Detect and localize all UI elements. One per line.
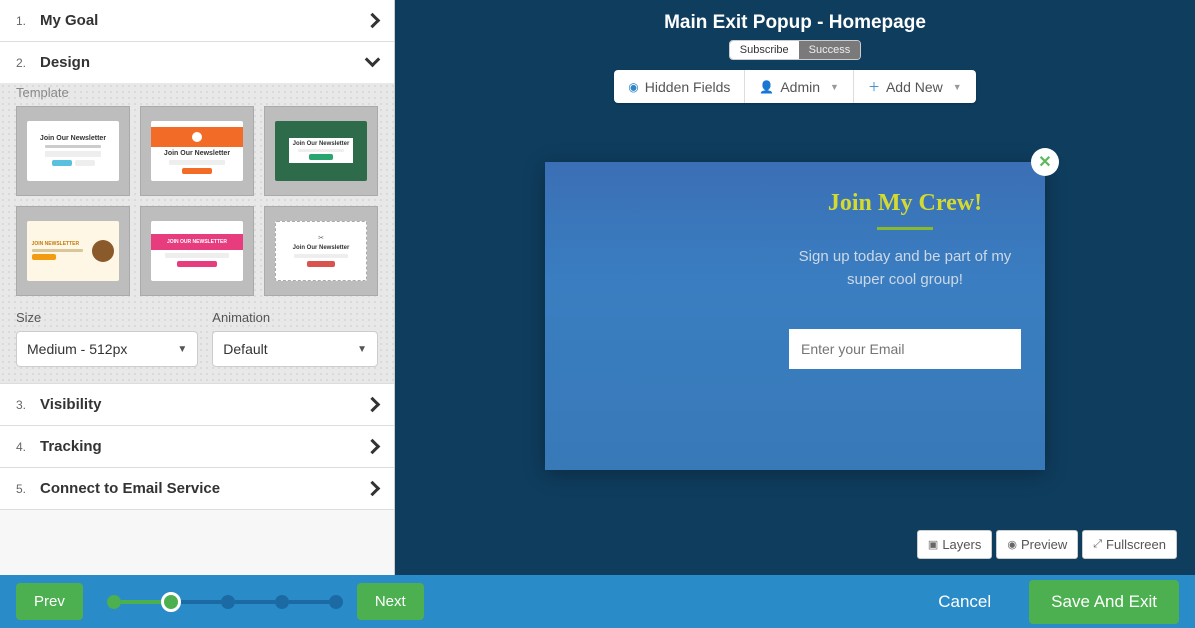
progress-stepper (107, 592, 343, 612)
step-title: Design (40, 54, 90, 71)
chevron-down-icon (367, 54, 378, 71)
next-button[interactable]: Next (357, 583, 424, 620)
popup-subtext[interactable]: Sign up today and be part of my super co… (789, 246, 1021, 291)
chevron-right-icon (367, 13, 378, 29)
step-number: 5. (16, 482, 40, 496)
expand-icon: ⤢ (1093, 538, 1102, 551)
template-option-4[interactable]: JOIN NEWSLETTER (16, 206, 130, 296)
step-dot[interactable] (221, 595, 235, 609)
step-title: My Goal (40, 12, 98, 29)
animation-select[interactable]: Default ▼ (212, 331, 378, 367)
hidden-fields-button[interactable]: ◉ Hidden Fields (614, 70, 745, 103)
caret-down-icon: ▼ (357, 344, 367, 355)
step-dot[interactable] (107, 595, 121, 609)
email-input[interactable] (789, 329, 1021, 369)
popup-preview[interactable]: ✕ Join My Crew! Sign up today and be par… (545, 162, 1045, 470)
template-option-6[interactable]: ✂ Join Our Newsletter (264, 206, 378, 296)
size-select[interactable]: Medium - 512px ▼ (16, 331, 198, 367)
save-and-exit-button[interactable]: Save And Exit (1029, 580, 1179, 624)
prev-button[interactable]: Prev (16, 583, 83, 620)
preview-button[interactable]: ◉ Preview (996, 530, 1078, 559)
step-number: 4. (16, 440, 40, 454)
plus-icon: ＋ (868, 78, 880, 95)
view-tabs: Subscribe Success (729, 40, 862, 60)
step-number: 3. (16, 398, 40, 412)
user-icon: 👤 (759, 80, 774, 94)
caret-down-icon: ▼ (953, 82, 962, 92)
step-title: Visibility (40, 396, 101, 413)
cancel-button[interactable]: Cancel (938, 592, 991, 612)
step-title: Tracking (40, 438, 102, 455)
caret-down-icon: ▼ (177, 344, 187, 355)
template-option-1[interactable]: Join Our Newsletter (16, 106, 130, 196)
animation-value: Default (223, 341, 267, 357)
step-dot[interactable] (329, 595, 343, 609)
footer: Prev Next Cancel Save And Exit (0, 575, 1195, 628)
popup-heading[interactable]: Join My Crew! (789, 190, 1021, 217)
fullscreen-button[interactable]: ⤢ Fullscreen (1082, 530, 1177, 559)
step-line (289, 600, 329, 604)
animation-label: Animation (212, 310, 378, 325)
step-line (121, 600, 161, 604)
add-new-button[interactable]: ＋ Add New ▼ (854, 70, 976, 103)
size-label: Size (16, 310, 198, 325)
step-number: 1. (16, 14, 40, 28)
chevron-right-icon (367, 397, 378, 413)
canvas: Main Exit Popup - Homepage Subscribe Suc… (395, 0, 1195, 575)
heading-underline (877, 227, 933, 230)
chevron-right-icon (367, 481, 378, 497)
step-number: 2. (16, 56, 40, 70)
template-label: Template (16, 85, 378, 100)
page-title: Main Exit Popup - Homepage (395, 12, 1195, 34)
layers-button[interactable]: ▣ Layers (917, 530, 992, 559)
template-option-2[interactable]: Join Our Newsletter (140, 106, 254, 196)
step-dot[interactable] (275, 595, 289, 609)
template-option-5[interactable]: JOIN OUR NEWSLETTER (140, 206, 254, 296)
step-tracking[interactable]: 4. Tracking (0, 426, 394, 468)
canvas-toolbar: ◉ Hidden Fields 👤 Admin ▼ ＋ Add New ▼ (614, 70, 975, 103)
step-dot-active[interactable] (161, 592, 181, 612)
template-option-3[interactable]: Join Our Newsletter (264, 106, 378, 196)
eye-icon: ◉ (628, 80, 638, 94)
tab-subscribe[interactable]: Subscribe (730, 41, 799, 59)
design-panel: Template Join Our Newsletter (0, 83, 394, 383)
step-design[interactable]: 2. Design Template Join Our Newsletter (0, 42, 394, 384)
floating-tools: ▣ Layers ◉ Preview ⤢ Fullscreen (917, 530, 1177, 559)
step-visibility[interactable]: 3. Visibility (0, 384, 394, 426)
size-value: Medium - 512px (27, 341, 127, 357)
step-connect-email[interactable]: 5. Connect to Email Service (0, 468, 394, 510)
layers-icon: ▣ (928, 538, 938, 551)
step-line (181, 600, 221, 604)
caret-down-icon: ▼ (830, 82, 839, 92)
tab-success[interactable]: Success (799, 41, 861, 59)
step-line (235, 600, 275, 604)
sidebar: 1. My Goal 2. Design Template (0, 0, 395, 575)
eye-icon: ◉ (1007, 538, 1017, 551)
step-title: Connect to Email Service (40, 480, 220, 497)
template-grid: Join Our Newsletter Join Our Newsletter (16, 106, 378, 296)
step-my-goal[interactable]: 1. My Goal (0, 0, 394, 42)
admin-button[interactable]: 👤 Admin ▼ (745, 70, 854, 103)
chevron-right-icon (367, 439, 378, 455)
